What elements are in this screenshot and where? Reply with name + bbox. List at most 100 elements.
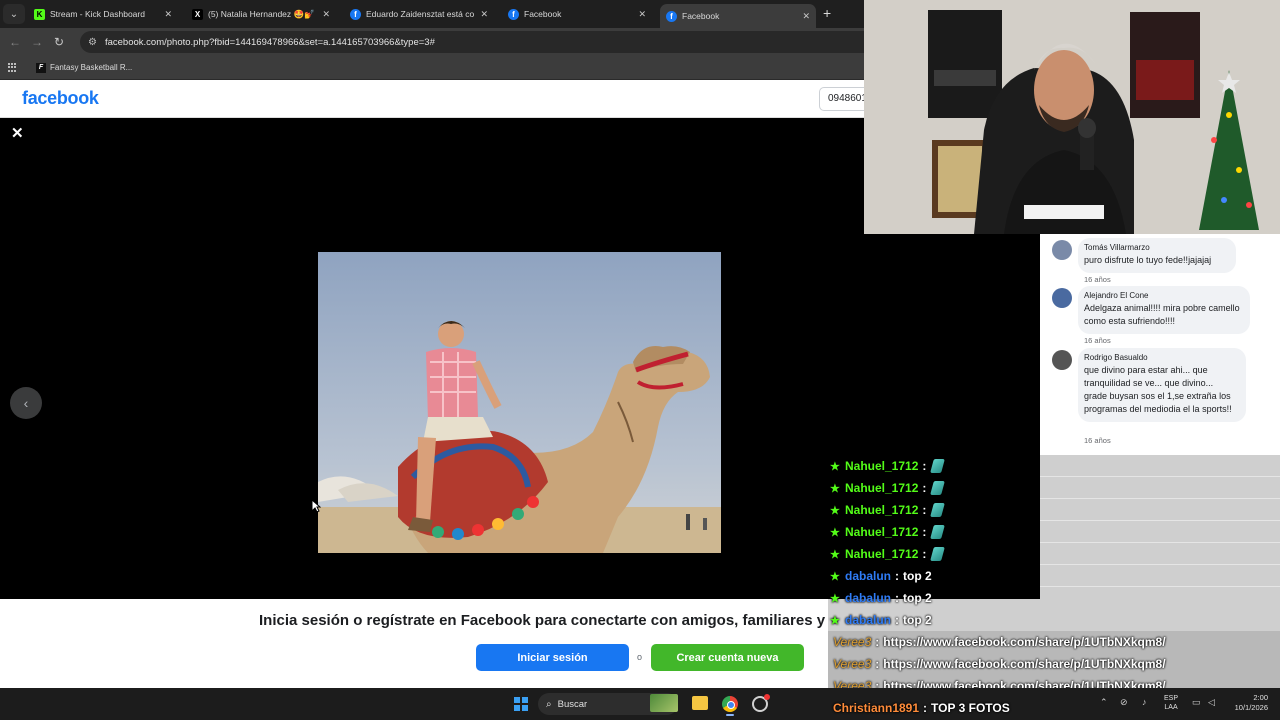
app-icon[interactable] <box>752 694 770 712</box>
create-account-button[interactable]: Crear cuenta nueva <box>651 644 804 671</box>
volume-icon[interactable]: ◁ <box>1208 697 1215 708</box>
tab-x-natalia[interactable]: X (5) Natalia Hernandez 🤩💅 en ✕ <box>186 4 336 24</box>
avatar[interactable] <box>1052 240 1072 260</box>
chrome-icon[interactable] <box>722 696 738 712</box>
back-icon[interactable]: ← <box>4 35 26 49</box>
chevron-up-icon[interactable]: ⌃ <box>1100 697 1108 708</box>
chat-message: Veree3: https://www.facebook.com/share/p… <box>833 657 1166 671</box>
forward-icon[interactable]: → <box>26 35 48 49</box>
comment-author[interactable]: Rodrigo Basualdo <box>1084 353 1238 362</box>
network-icon[interactable]: ⊘ <box>1120 697 1128 708</box>
tab-kick-dashboard[interactable]: K Stream - Kick Dashboard ✕ <box>28 4 178 24</box>
bookmark-label: Fantasy Basketball R... <box>50 63 133 72</box>
reload-icon[interactable]: ↻ <box>48 35 70 49</box>
lang-layout: LAA <box>1164 704 1178 711</box>
emote-icon <box>930 503 946 517</box>
webcam-overlay <box>864 0 1280 234</box>
chat-username[interactable]: Veree3 <box>833 635 871 649</box>
close-icon[interactable]: ✕ <box>802 11 810 22</box>
chat-text: TOP 3 FOTOS <box>931 701 1010 715</box>
comment-author[interactable]: Tomás Villarmarzo <box>1084 243 1228 252</box>
microphone-icon[interactable]: ♪ <box>1142 697 1147 707</box>
comment-time[interactable]: 16 años <box>1084 336 1111 345</box>
chat-message: ★ dabalun: top 2 <box>830 591 932 605</box>
badge-icon: ★ <box>830 570 840 583</box>
clock-time: 2:00 <box>1253 693 1268 702</box>
previous-photo-button[interactable]: ‹ <box>10 387 42 419</box>
widgets-icon[interactable] <box>650 694 678 712</box>
new-tab-button[interactable]: + <box>823 5 831 21</box>
emote-icon <box>930 547 946 561</box>
windows-start-icon[interactable] <box>514 697 528 711</box>
chat-username[interactable]: Veree3 <box>833 657 871 671</box>
site-info-icon[interactable]: ⚙ <box>88 37 97 48</box>
search-icon: ⌕ <box>546 698 552 710</box>
chat-text: top 2 <box>903 569 932 583</box>
url-input[interactable]: ⚙ facebook.com/photo.php?fbid=1441694789… <box>80 31 864 53</box>
search-label: Buscar <box>557 698 588 710</box>
chat-text: top 2 <box>903 591 932 605</box>
close-icon[interactable]: ✕ <box>638 9 646 20</box>
login-button[interactable]: Iniciar sesión <box>476 644 629 671</box>
comment-author[interactable]: Alejandro El Cone <box>1084 291 1242 300</box>
close-icon[interactable]: ✕ <box>164 9 172 20</box>
comment-bubble: Tomás Villarmarzo puro disfrute lo tuyo … <box>1078 238 1236 273</box>
chat-username[interactable]: dabalun <box>845 591 891 605</box>
file-explorer-icon[interactable] <box>692 696 708 710</box>
badge-icon: ★ <box>830 504 840 517</box>
tab-facebook[interactable]: f Facebook ✕ <box>502 4 652 24</box>
close-icon[interactable]: ✕ <box>11 124 24 142</box>
clock-date: 10/1/2026 <box>1234 703 1268 712</box>
chat-text: top 2 <box>903 613 932 627</box>
comment-time[interactable]: 16 años <box>1084 275 1111 284</box>
facebook-icon: f <box>666 10 677 22</box>
facebook-logo[interactable]: facebook <box>22 88 99 109</box>
lang-code: ESP <box>1164 695 1179 702</box>
or-separator: o <box>637 652 643 662</box>
avatar[interactable] <box>1052 288 1072 308</box>
language-indicator[interactable]: ESP LAA <box>1164 694 1178 712</box>
chat-username[interactable]: Nahuel_1712 <box>845 459 918 473</box>
comment-time[interactable]: 16 años <box>1084 436 1111 445</box>
tab-title: (5) Natalia Hernandez 🤩💅 en <box>208 8 317 19</box>
badge-icon: ★ <box>830 482 840 495</box>
facebook-header: facebook 0948601 <box>0 80 879 118</box>
chat-username[interactable]: Nahuel_1712 <box>845 481 918 495</box>
chat-username[interactable]: Nahuel_1712 <box>845 547 918 561</box>
mouse-cursor-icon <box>311 499 321 513</box>
bookmarks-bar: F Fantasy Basketball R... <box>0 56 864 80</box>
system-clock[interactable]: 2:00 10/1/2026 <box>1226 693 1268 713</box>
comment-text: que divino para estar ahi... que tranqui… <box>1084 365 1232 414</box>
badge-icon: ★ <box>830 548 840 561</box>
chat-message: ★ Nahuel_1712: <box>830 456 946 476</box>
comment-text: puro disfrute lo tuyo fede!!jajajaj <box>1084 255 1212 265</box>
chat-text[interactable]: https://www.facebook.com/share/p/1UTbNXk… <box>883 635 1165 649</box>
badge-icon: ★ <box>830 526 840 539</box>
tab-facebook-active[interactable]: f Facebook ✕ <box>660 4 816 28</box>
tab-title: Eduardo Zaidensztat está con <box>366 9 475 19</box>
address-bar-row: ← → ↻ ⚙ facebook.com/photo.php?fbid=1441… <box>0 28 864 56</box>
close-icon[interactable]: ✕ <box>322 9 330 20</box>
chat-username[interactable]: dabalun <box>845 613 891 627</box>
tab-search-button[interactable]: ⌄ <box>3 4 25 24</box>
emote-icon <box>930 481 946 495</box>
chat-username[interactable]: dabalun <box>845 569 891 583</box>
url-text: facebook.com/photo.php?fbid=144169478966… <box>104 36 435 48</box>
chat-message: Christiann1891: TOP 3 FOTOS <box>833 701 1010 715</box>
x-icon: X <box>192 8 203 20</box>
tab-title: Facebook <box>524 9 562 19</box>
comments-panel: Tomás Villarmarzo puro disfrute lo tuyo … <box>1040 234 1280 455</box>
emote-icon <box>930 525 946 539</box>
badge-icon: ★ <box>830 614 840 627</box>
monitor-icon[interactable]: ▭ <box>1192 697 1201 708</box>
close-icon[interactable]: ✕ <box>480 9 488 20</box>
chat-username[interactable]: Nahuel_1712 <box>845 525 918 539</box>
bookmark-fantasy-basketball[interactable]: F Fantasy Basketball R... <box>36 62 133 73</box>
chat-username[interactable]: Christiann1891 <box>833 701 919 715</box>
tab-facebook-eduardo[interactable]: f Eduardo Zaidensztat está con ✕ <box>344 4 494 24</box>
chat-username[interactable]: Nahuel_1712 <box>845 503 918 517</box>
avatar[interactable] <box>1052 350 1072 370</box>
active-app-indicator <box>726 714 734 716</box>
apps-grid-icon[interactable] <box>8 62 18 73</box>
chat-text[interactable]: https://www.facebook.com/share/p/1UTbNXk… <box>883 657 1165 671</box>
